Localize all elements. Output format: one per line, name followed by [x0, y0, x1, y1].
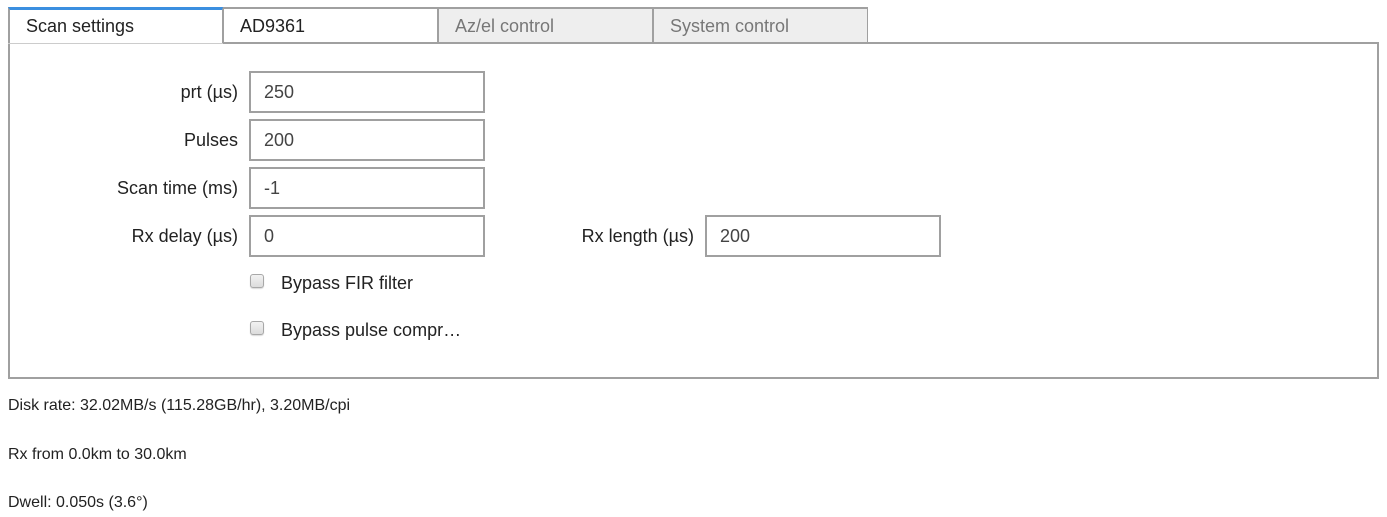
dwell-text: Dwell: 0.050s (3.6°) — [8, 494, 148, 511]
rx-delay-label: Rx delay (µs) — [131, 226, 238, 246]
prt-input[interactable]: 250 — [249, 71, 485, 113]
tab-system-control[interactable]: System control — [653, 7, 868, 44]
bypass-fir-checkbox[interactable] — [250, 274, 264, 288]
active-tab-separator — [8, 43, 223, 44]
scan-time-input[interactable]: -1 — [249, 167, 485, 209]
rx-range-text: Rx from 0.0km to 30.0km — [8, 446, 187, 463]
rx-delay-input[interactable]: 0 — [249, 215, 485, 257]
rx-length-label: Rx length (µs) — [581, 226, 694, 246]
tab-ad9361[interactable]: AD9361 — [223, 7, 438, 44]
pulses-input[interactable]: 200 — [249, 119, 485, 161]
prt-label: prt (µs) — [180, 82, 238, 102]
bypass-fir-label[interactable]: Bypass FIR filter — [281, 273, 413, 294]
bypass-pulse-compression-label[interactable]: Bypass pulse compr… — [281, 320, 461, 341]
bypass-pulse-compression-checkbox[interactable] — [250, 321, 264, 335]
rx-length-input[interactable]: 200 — [705, 215, 941, 257]
pulses-label: Pulses — [183, 130, 238, 150]
disk-rate-text: Disk rate: 32.02MB/s (115.28GB/hr), 3.20… — [8, 397, 351, 414]
tab-azel-control[interactable]: Az/el control — [438, 7, 653, 44]
scan-time-label: Scan time (ms) — [116, 178, 238, 198]
tab-bar: Scan settings AD9361 Az/el control Syste… — [8, 7, 868, 44]
tab-scan-settings[interactable]: Scan settings — [8, 7, 223, 44]
